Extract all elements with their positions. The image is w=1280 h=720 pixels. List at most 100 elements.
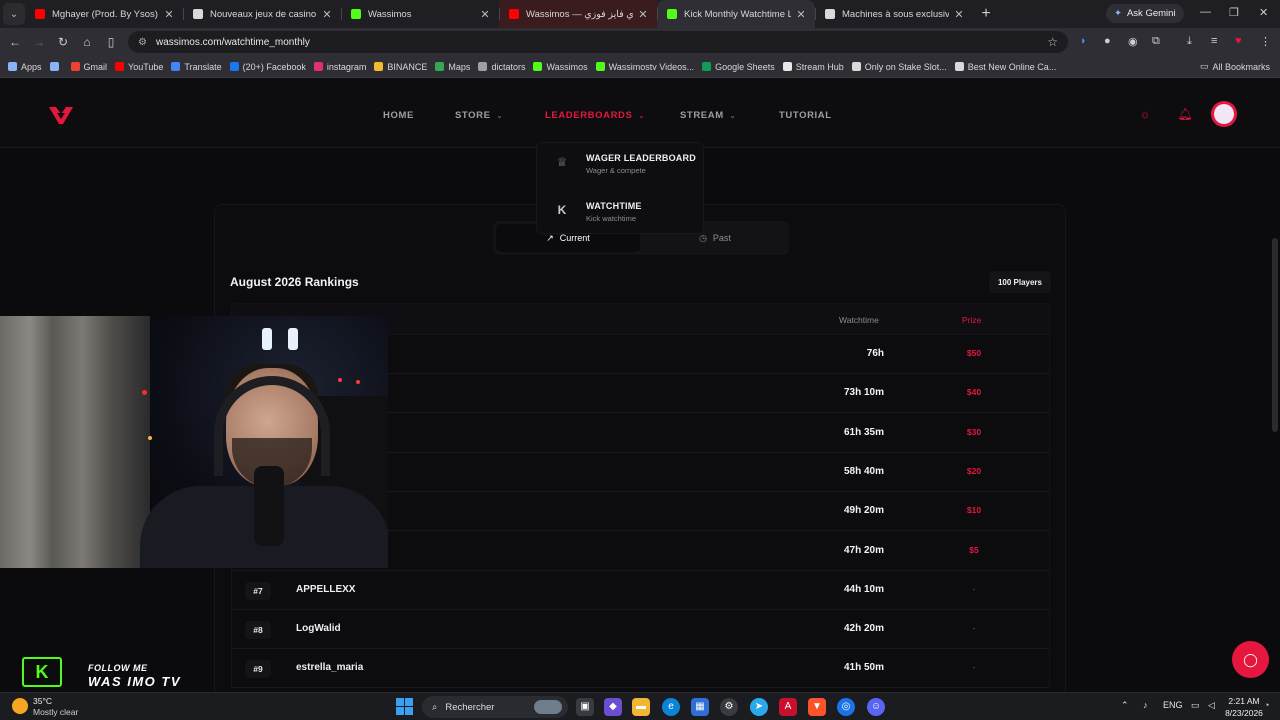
language-indicator[interactable]: ENG: [1163, 700, 1183, 710]
bookmark-item[interactable]: Only on Stake Slot...: [851, 62, 947, 72]
nav-stream[interactable]: STREAM ⌄: [680, 110, 736, 121]
notifications-bell-icon[interactable]: ◔: [1264, 700, 1269, 710]
widgets-icon[interactable]: ◆: [604, 698, 622, 716]
windows-taskbar: 35°C Mostly clear ⌕ Rechercher ▣ ◆ ▬ e ▦ …: [0, 692, 1280, 720]
browser-tab[interactable]: Nouveaux jeux de casino 2026 ✕: [183, 0, 341, 28]
forward-icon[interactable]: →: [27, 35, 51, 49]
close-tab-icon[interactable]: ✕: [479, 8, 491, 21]
browser-tab[interactable]: Wassimos ✕: [341, 0, 499, 28]
notification-bell-icon[interactable]: 🔔︎: [1177, 106, 1193, 122]
user-avatar[interactable]: [1211, 101, 1237, 127]
nav-leaderboards[interactable]: LEADERBOARDS ⌄: [545, 110, 645, 121]
new-tab-button[interactable]: +: [973, 5, 999, 23]
close-window-button[interactable]: ✕: [1259, 6, 1268, 19]
bookmark-item[interactable]: Maps: [435, 62, 470, 72]
browser-tab[interactable]: Mghayer (Prod. By Ysos) #CAM ✕: [25, 0, 183, 28]
prize-value: $5: [969, 544, 979, 555]
prize-value: -: [972, 583, 976, 594]
task-view-icon[interactable]: ▣: [576, 698, 594, 716]
bookmark-item[interactable]: instagram: [313, 62, 366, 72]
history-icon: ◷: [699, 232, 707, 243]
browser-tab[interactable]: Wassimos — ماهر غري فايز فوزي ✕: [499, 0, 657, 28]
trophy-icon: ♕: [556, 155, 568, 169]
dropdown-item-wager-leaderboard[interactable]: ♕ WAGER LEADERBOARD Wager & compete: [537, 145, 705, 185]
media-icon[interactable]: ≡: [1211, 35, 1217, 47]
maximize-button[interactable]: ❐: [1229, 6, 1239, 19]
nav-home[interactable]: HOME: [383, 110, 414, 121]
reload-icon[interactable]: ↻: [51, 35, 75, 49]
profile-icon[interactable]: ♥: [1235, 35, 1242, 47]
close-tab-icon[interactable]: ✕: [637, 8, 649, 21]
brave-icon[interactable]: ▼: [808, 698, 826, 716]
close-tab-icon[interactable]: ✕: [795, 8, 807, 21]
chrome-icon[interactable]: ◎: [837, 698, 855, 716]
tray-chevron-icon[interactable]: ⌃: [1121, 700, 1129, 711]
download-icon[interactable]: ⤓: [1187, 35, 1192, 48]
ask-gemini-button[interactable]: ✦ Ask Gemini: [1106, 4, 1184, 23]
dropdown-item-watchtime[interactable]: K WATCHTIME Kick watchtime: [537, 193, 705, 233]
windows-start-icon[interactable]: [396, 698, 413, 715]
nav-store-label: STORE: [455, 110, 491, 121]
bookmark-star-icon[interactable]: ☆: [1047, 35, 1058, 49]
back-icon[interactable]: ←: [3, 35, 27, 49]
bookmark-favicon-icon: [70, 62, 80, 71]
extensions-puzzle-icon[interactable]: ⧉: [1152, 35, 1160, 48]
nav-tutorial[interactable]: TUTORIAL: [779, 110, 832, 121]
taskbar-search[interactable]: ⌕ Rechercher: [422, 696, 568, 718]
site-header: HOME STORE ⌄ LEADERBOARDS ⌄ STREAM ⌄ TUTORI…: [0, 78, 1280, 148]
nav-store[interactable]: STORE ⌄: [455, 110, 503, 121]
store-icon[interactable]: ▦: [691, 698, 709, 716]
nav-stream-label: STREAM: [680, 110, 724, 121]
network-icon[interactable]: ▭: [1191, 700, 1200, 711]
weather-widget[interactable]: 35°C Mostly clear: [12, 694, 102, 720]
extension-icon[interactable]: ◉: [1128, 35, 1138, 48]
browser-tab[interactable]: Machines à sous exclusives de ✕: [815, 0, 973, 28]
bookmark-item[interactable]: Best New Online Ca...: [954, 61, 1057, 72]
bookmark-item[interactable]: [49, 62, 63, 71]
all-bookmarks-button[interactable]: ▭ All Bookmarks: [1200, 61, 1270, 72]
bookmark-item[interactable]: Stream Hub: [782, 62, 844, 72]
bookmark-item[interactable]: (20+) Facebook: [229, 62, 306, 72]
bookmark-item[interactable]: Gmail: [70, 62, 107, 72]
theme-sun-icon[interactable]: ☼: [1137, 106, 1153, 122]
tab-search-button[interactable]: ⌄: [3, 3, 25, 25]
extension-icon[interactable]: ●: [1104, 35, 1111, 47]
discord-icon[interactable]: ☺: [867, 698, 885, 716]
bookmark-item[interactable]: Google Sheets: [702, 62, 775, 72]
edge-icon[interactable]: e: [662, 698, 680, 716]
home-icon[interactable]: ⌂: [75, 35, 99, 49]
side-panel-icon[interactable]: ▯: [99, 35, 123, 49]
extension-icon[interactable]: ◗: [1080, 35, 1087, 47]
url-field[interactable]: ⚙ wassimos.com/watchtime_monthly ☆: [128, 31, 1068, 53]
telegram-icon[interactable]: ➤: [750, 698, 768, 716]
bookmark-item[interactable]: Wassimostv Videos...: [595, 62, 694, 72]
file-explorer-icon[interactable]: ▬: [632, 698, 650, 716]
site-logo[interactable]: [48, 104, 74, 126]
bookmark-label: Wassimos: [546, 61, 588, 72]
site-info-icon[interactable]: ⚙: [138, 37, 147, 48]
menu-dots-icon[interactable]: ⋮: [1260, 35, 1271, 48]
bookmark-item[interactable]: dictators: [478, 62, 525, 72]
bookmark-label: Best New Online Ca...: [967, 61, 1057, 72]
minimize-button[interactable]: —: [1200, 6, 1211, 18]
bookmark-item[interactable]: BINANCE: [374, 62, 427, 72]
settings-gear-icon[interactable]: ⚙: [720, 698, 738, 716]
taskbar-clock[interactable]: 2:21 AM 8/23/2026: [1218, 695, 1270, 719]
bookmark-item[interactable]: Translate: [171, 62, 222, 72]
chat-bubble-button[interactable]: ◯: [1232, 641, 1269, 678]
bookmark-favicon-icon: [313, 62, 323, 71]
page-scrollbar[interactable]: [1272, 238, 1278, 432]
close-tab-icon[interactable]: ✕: [953, 8, 965, 21]
bookmark-item[interactable]: Apps: [8, 62, 42, 72]
tab-title: Wassimos: [368, 8, 412, 20]
chevron-down-icon: ⌄: [638, 112, 645, 120]
close-tab-icon[interactable]: ✕: [163, 8, 175, 21]
gemini-icon: ✦: [1114, 8, 1122, 19]
adobe-icon[interactable]: A: [779, 698, 797, 716]
bookmark-item[interactable]: YouTube: [115, 62, 163, 72]
close-tab-icon[interactable]: ✕: [321, 8, 333, 21]
microphone-icon[interactable]: ♪: [1143, 700, 1148, 710]
browser-tab[interactable]: Kick Monthly Watchtime Leade ✕: [657, 0, 815, 28]
volume-icon[interactable]: ◁: [1208, 700, 1215, 711]
bookmark-item[interactable]: Wassimos: [533, 61, 588, 72]
